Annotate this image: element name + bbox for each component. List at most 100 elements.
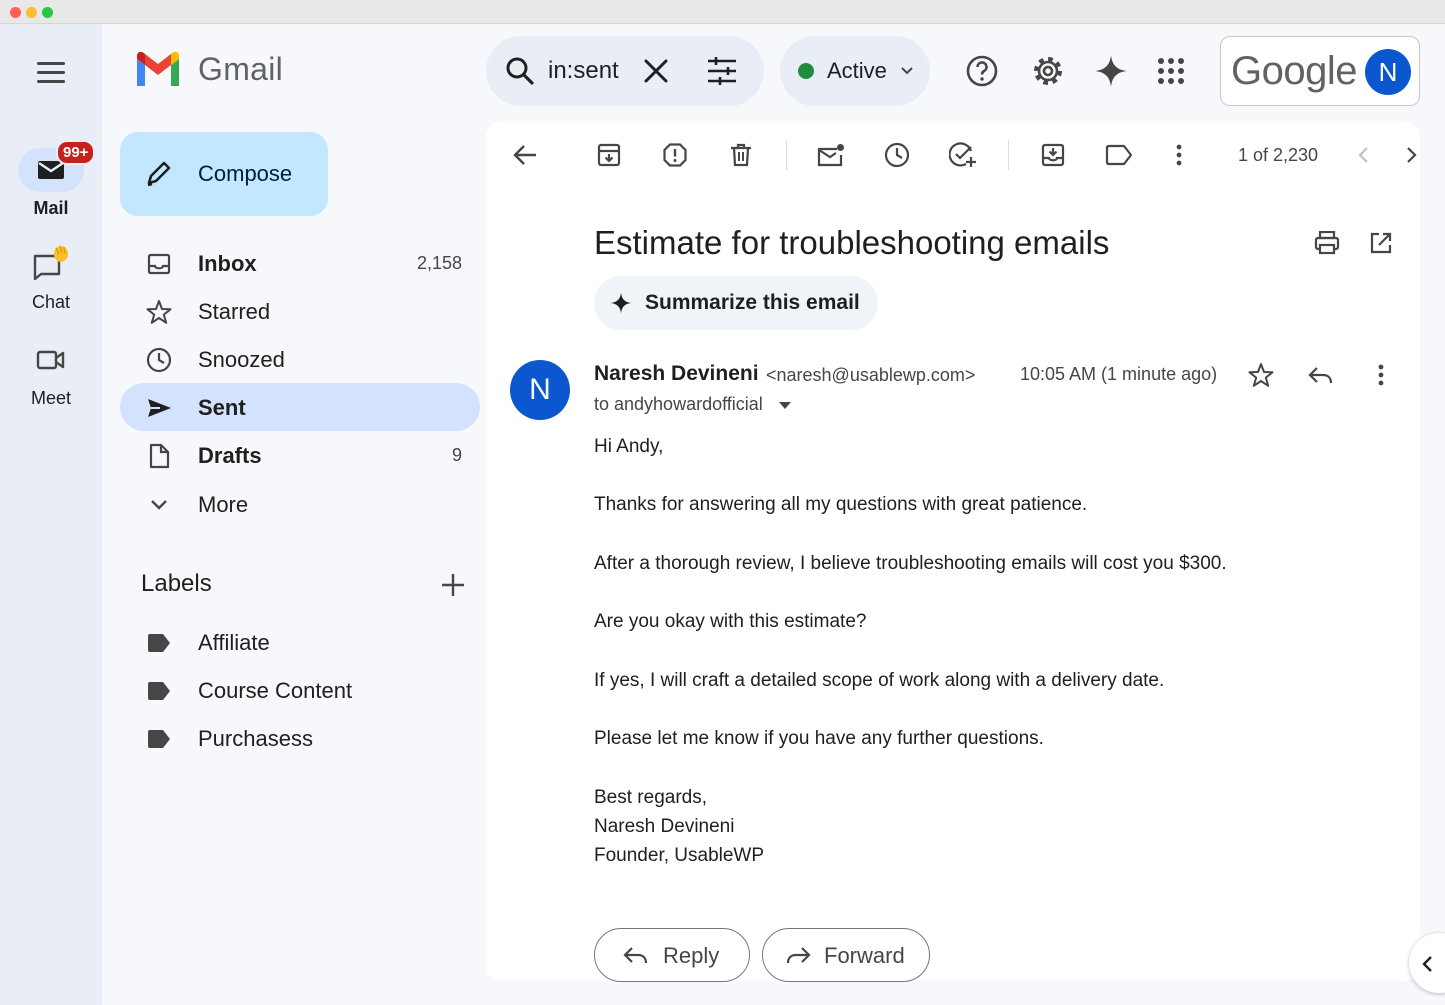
wave-emoji-icon xyxy=(54,245,68,262)
window-titlebar xyxy=(0,0,1445,24)
nav-item-starred[interactable]: Starred xyxy=(120,287,480,335)
nav-item-inbox[interactable]: Inbox 2,158 xyxy=(120,239,480,287)
snooze-button[interactable] xyxy=(879,135,915,175)
older-button[interactable] xyxy=(1404,135,1420,175)
nav-label-more: More xyxy=(198,492,249,517)
inbox-icon xyxy=(147,253,171,275)
help-icon xyxy=(966,55,998,87)
nav-item-drafts[interactable]: Drafts 9 xyxy=(120,431,480,479)
label-item-purchasess[interactable]: Purchasess xyxy=(120,718,480,758)
search-options-icon[interactable] xyxy=(706,56,738,86)
body-line: Best regards, xyxy=(594,787,707,808)
more-options-button[interactable] xyxy=(1161,135,1197,175)
move-to-button[interactable] xyxy=(1035,135,1071,175)
maximize-window-button[interactable] xyxy=(42,7,53,18)
labels-button[interactable] xyxy=(1101,135,1137,175)
star-button[interactable] xyxy=(1243,355,1279,395)
open-in-new-icon xyxy=(1370,232,1392,254)
star-icon xyxy=(146,300,172,324)
reply-label: Reply xyxy=(663,943,720,968)
account-switcher[interactable]: Google N xyxy=(1220,36,1420,106)
video-icon xyxy=(36,350,65,370)
chevron-down-icon xyxy=(151,500,167,510)
nav-label-sent: Sent xyxy=(198,395,246,420)
search-icon[interactable] xyxy=(504,55,536,87)
minimize-window-button[interactable] xyxy=(26,7,37,18)
reply-icon-button[interactable] xyxy=(1303,355,1339,395)
caret-down-icon[interactable] xyxy=(778,400,792,410)
open-new-window-button[interactable] xyxy=(1363,223,1399,263)
nav-label-starred: Starred xyxy=(198,299,271,324)
label-tag-icon xyxy=(148,730,170,748)
spam-icon xyxy=(663,143,687,167)
status-dot xyxy=(798,63,814,79)
reply-button[interactable]: Reply xyxy=(594,928,750,982)
rail-item-meet[interactable]: Meet xyxy=(10,338,92,409)
body-line: Thanks for answering all my questions wi… xyxy=(594,494,1088,515)
chevron-left-icon xyxy=(1422,956,1432,972)
forward-button[interactable]: Forward xyxy=(762,928,930,982)
label-text: Affiliate xyxy=(198,630,270,655)
nav-item-sent[interactable]: Sent xyxy=(120,383,480,431)
email-subject: Estimate for troubleshooting emails xyxy=(594,224,1110,261)
label-item-affiliate[interactable]: Affiliate xyxy=(120,622,480,662)
mark-unread-button[interactable] xyxy=(813,135,849,175)
pencil-icon xyxy=(147,161,171,187)
nav-label-inbox: Inbox xyxy=(198,251,257,276)
compose-label: Compose xyxy=(198,161,293,186)
more-vert-icon xyxy=(1378,364,1384,386)
status-selector[interactable]: Active xyxy=(780,36,930,106)
label-outline-icon xyxy=(1105,144,1133,166)
archive-icon xyxy=(597,143,621,167)
close-window-button[interactable] xyxy=(10,7,21,18)
print-button[interactable] xyxy=(1309,223,1345,263)
timestamp: 10:05 AM (1 minute ago) xyxy=(1020,364,1218,384)
unread-badge: 99+ xyxy=(56,140,96,165)
body-line: Naresh Devineni xyxy=(594,816,735,837)
search-input[interactable] xyxy=(548,53,628,89)
apps-button[interactable] xyxy=(1152,52,1190,90)
rail-item-mail[interactable]: 99+ Mail xyxy=(10,140,96,219)
message-more-button[interactable] xyxy=(1363,355,1399,395)
add-to-tasks-button[interactable] xyxy=(945,135,981,175)
newer-button[interactable] xyxy=(1345,135,1381,175)
clear-search-icon[interactable] xyxy=(642,57,670,85)
label-tag-icon xyxy=(148,682,170,700)
clock-icon xyxy=(146,347,172,373)
summarize-label: Summarize this email xyxy=(645,291,860,314)
help-button[interactable] xyxy=(963,52,1001,90)
nav-item-more[interactable]: More xyxy=(120,480,480,528)
forward-icon xyxy=(786,947,811,964)
compose-button[interactable]: Compose xyxy=(120,132,328,216)
body-line: Are you okay with this estimate? xyxy=(594,611,867,632)
back-button[interactable] xyxy=(507,135,543,175)
drafts-count: 9 xyxy=(451,445,462,465)
status-label: Active xyxy=(827,58,887,83)
main-menu-button[interactable] xyxy=(30,60,72,86)
summarize-button[interactable]: Summarize this email xyxy=(594,276,878,330)
archive-button[interactable] xyxy=(591,135,627,175)
sender-name[interactable]: Naresh Devineni xyxy=(594,362,759,386)
rail-mail-label: Mail xyxy=(33,198,69,218)
chevron-right-icon xyxy=(1407,147,1417,163)
nav-item-snoozed[interactable]: Snoozed xyxy=(120,335,480,383)
rail-item-chat[interactable]: Chat xyxy=(10,242,92,313)
app-name: Gmail xyxy=(198,50,284,87)
toolbar-divider xyxy=(1008,140,1009,170)
move-to-icon xyxy=(1041,143,1065,167)
rail-mail-pill: 99+ xyxy=(18,140,96,192)
settings-button[interactable] xyxy=(1029,52,1067,90)
report-spam-button[interactable] xyxy=(657,135,693,175)
body-line: Please let me know if you have any furth… xyxy=(594,728,1044,749)
add-label-icon[interactable] xyxy=(440,572,466,598)
label-item-course-content[interactable]: Course Content xyxy=(120,670,480,710)
body-line: Founder, UsableWP xyxy=(594,845,765,866)
labels-heading: Labels xyxy=(141,570,212,597)
gmail-logo[interactable]: Gmail xyxy=(134,50,283,88)
avatar: N xyxy=(1365,49,1411,95)
gemini-button[interactable] xyxy=(1092,52,1130,90)
sender-avatar[interactable]: N xyxy=(510,360,570,420)
delete-button[interactable] xyxy=(723,135,759,175)
label-text: Course Content xyxy=(198,678,353,703)
rail-chat-label: Chat xyxy=(31,292,71,312)
